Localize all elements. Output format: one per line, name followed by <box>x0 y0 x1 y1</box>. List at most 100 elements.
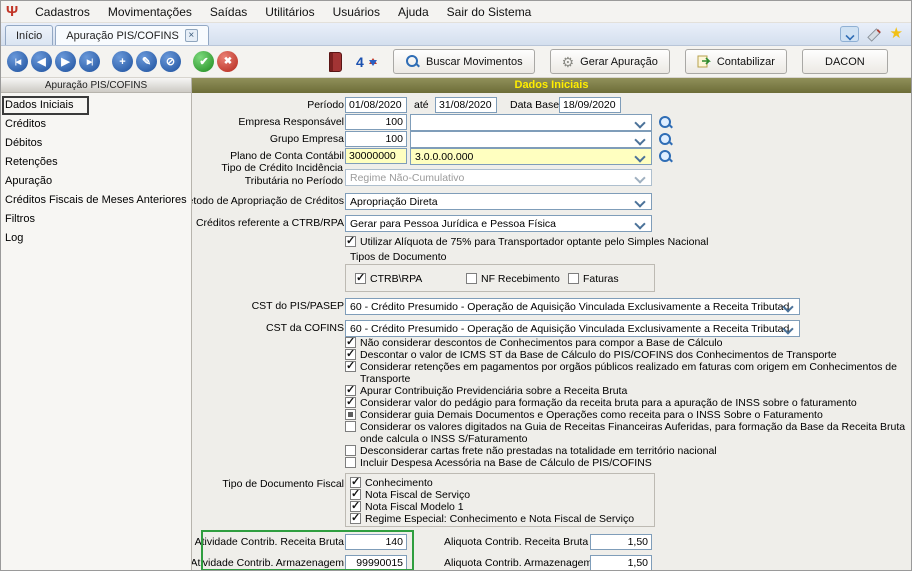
grupo-code-input[interactable] <box>345 131 407 147</box>
checkbox-icon[interactable] <box>345 384 356 396</box>
tab-close-icon[interactable]: × <box>184 29 198 42</box>
tab-apuracao-pis-cofins[interactable]: Apuração PIS/COFINS × <box>55 25 209 45</box>
nota-fiscal-modelo1-checkbox[interactable]: Nota Fiscal Modelo 1 <box>350 500 650 513</box>
nf-recebimento-checkbox[interactable]: NF Recebimento <box>466 273 560 285</box>
option-considerar-valores-digitados[interactable]: Considerar os valores digitados na Guia … <box>345 421 907 445</box>
grupo-dropdown[interactable] <box>410 131 652 148</box>
ctrb-rpa-label: CTRB\RPA <box>370 273 423 285</box>
nav-next-button[interactable]: ▶ <box>55 51 76 72</box>
cancel-button[interactable]: ✖ <box>217 51 238 72</box>
checkbox-icon[interactable] <box>345 445 356 456</box>
checkbox-icon[interactable] <box>345 396 356 408</box>
aliquota-rb-input[interactable] <box>590 534 652 550</box>
nav-first-button[interactable]: |◀ <box>7 51 28 72</box>
grupo-search-icon[interactable] <box>657 131 673 147</box>
checkbox-icon[interactable] <box>568 273 579 284</box>
aliquota-arm-input[interactable] <box>590 555 652 570</box>
conhecimento-checkbox[interactable]: Conhecimento <box>350 476 650 489</box>
edit-button[interactable]: ✎ <box>136 51 157 72</box>
aliquota-75-checkbox[interactable]: Utilizar Alíquota de 75% para Transporta… <box>345 235 905 248</box>
buscar-movimentos-button[interactable]: Buscar Movimentos <box>393 49 535 74</box>
empresa-search-icon[interactable] <box>657 114 673 130</box>
confirm-button[interactable]: ✔ <box>193 51 214 72</box>
checkbox-icon[interactable] <box>350 476 361 488</box>
cst-pis-dropdown[interactable]: 60 - Crédito Presumido - Operação de Aqu… <box>345 298 800 315</box>
tab-inicio[interactable]: Início <box>5 25 54 45</box>
data-base-input[interactable] <box>559 97 621 113</box>
periodo-from-input[interactable] <box>345 97 407 113</box>
plano-code-input[interactable] <box>345 148 407 164</box>
checkbox-icon[interactable] <box>345 409 356 420</box>
option-label: Incluir Despesa Acessória na Base de Cál… <box>360 457 652 469</box>
report-4-icon[interactable]: 4 <box>356 52 378 72</box>
dacon-button[interactable]: DACON <box>801 49 888 74</box>
checkbox-icon[interactable] <box>466 273 477 284</box>
atividade-arm-input[interactable] <box>345 555 407 570</box>
gerar-apuracao-button[interactable]: ⚙ Gerar Apuração <box>549 49 670 74</box>
nav-last-button[interactable]: ▶| <box>79 51 100 72</box>
sidebar-item-log[interactable]: Log <box>1 229 191 248</box>
gear-icon: ⚙ <box>561 53 575 70</box>
checkbox-icon[interactable] <box>345 421 356 432</box>
checkbox-icon[interactable] <box>345 235 356 247</box>
contabilizar-button[interactable]: Contabilizar <box>684 49 787 74</box>
checkbox-icon[interactable] <box>350 488 361 500</box>
chevron-down-icon[interactable] <box>839 26 859 42</box>
tipo-credito-dropdown[interactable]: Regime Não-Cumulativo <box>345 169 652 186</box>
cst-cofins-dropdown[interactable]: 60 - Crédito Presumido - Operação de Aqu… <box>345 320 800 337</box>
down-arrow-icon <box>369 59 377 70</box>
add-button[interactable]: + <box>112 51 133 72</box>
option-apurar-contribuicao[interactable]: Apurar Contribuição Previdenciária sobre… <box>345 384 907 397</box>
report-4-glyph: 4 <box>356 53 364 70</box>
checkbox-icon[interactable] <box>345 348 356 360</box>
cst-cofins-label: CST da COFINS <box>266 322 344 334</box>
menu-ajuda[interactable]: Ajuda <box>389 2 438 22</box>
option-considerar-retencoes[interactable]: Considerar retenções em pagamentos por o… <box>345 360 907 385</box>
dacon-label: DACON <box>825 55 865 68</box>
checkbox-icon[interactable] <box>345 360 356 372</box>
sidebar-item-dados-iniciais[interactable]: Dados Iniciais <box>1 96 191 115</box>
option-considerar-pedagio[interactable]: Considerar valor do pedágio para formaçã… <box>345 396 907 409</box>
periodo-to-input[interactable] <box>435 97 497 113</box>
cutter-icon[interactable] <box>866 27 882 42</box>
checkbox-icon[interactable] <box>355 272 366 284</box>
sidebar-item-retencoes[interactable]: Retenções <box>1 153 191 172</box>
option-considerar-guia-demais[interactable]: Considerar guia Demais Documentos e Oper… <box>345 409 907 421</box>
menu-movimentacoes[interactable]: Movimentações <box>99 2 201 22</box>
menu-cadastros[interactable]: Cadastros <box>26 2 99 22</box>
nota-fiscal-servico-checkbox[interactable]: Nota Fiscal de Serviço <box>350 488 650 501</box>
plano-search-icon[interactable] <box>657 148 673 164</box>
star-icon[interactable]: ★ <box>890 26 903 42</box>
nav-previous-button[interactable]: ◀ <box>31 51 52 72</box>
menu-saidas[interactable]: Saídas <box>201 2 256 22</box>
sidebar: Apuração PIS/COFINS Dados Iniciais Crédi… <box>1 78 192 570</box>
atividade-rb-label: Atividade Contrib. Receita Bruta <box>194 536 344 548</box>
ctrb-rpa-checkbox[interactable]: CTRB\RPA <box>355 272 423 285</box>
creditos-ctrb-dropdown[interactable]: Gerar para Pessoa Jurídica e Pessoa Físi… <box>345 215 652 232</box>
option-descontar-icms-st[interactable]: Descontar o valor de ICMS ST da Base de … <box>345 348 907 361</box>
sidebar-item-creditos[interactable]: Créditos <box>1 115 191 134</box>
sidebar-item-debitos[interactable]: Débitos <box>1 134 191 153</box>
empresa-dropdown[interactable] <box>410 114 652 131</box>
sidebar-item-filtros[interactable]: Filtros <box>1 210 191 229</box>
checkbox-icon[interactable] <box>350 512 361 524</box>
faturas-checkbox[interactable]: Faturas <box>568 273 619 285</box>
checkbox-icon[interactable] <box>345 457 356 468</box>
option-nao-considerar-descontos[interactable]: Não considerar descontos de Conhecimento… <box>345 336 907 349</box>
atividade-rb-input[interactable] <box>345 534 407 550</box>
option-desconsiderar-cartas-frete[interactable]: Desconsiderar cartas frete não prestadas… <box>345 445 907 457</box>
option-incluir-despesa-acessoria[interactable]: Incluir Despesa Acessória na Base de Cál… <box>345 457 907 469</box>
book-icon[interactable] <box>329 51 342 72</box>
delete-button[interactable]: ⊘ <box>160 51 181 72</box>
plano-dropdown[interactable]: 3.0.0.00.000 <box>410 148 652 165</box>
regime-especial-checkbox[interactable]: Regime Especial: Conhecimento e Nota Fis… <box>350 512 650 525</box>
empresa-code-input[interactable] <box>345 114 407 130</box>
menu-usuarios[interactable]: Usuários <box>324 2 389 22</box>
sidebar-item-apuracao[interactable]: Apuração <box>1 172 191 191</box>
menu-sair-do-sistema[interactable]: Sair do Sistema <box>438 2 541 22</box>
checkbox-icon[interactable] <box>350 500 361 512</box>
menu-utilitarios[interactable]: Utilitários <box>256 2 323 22</box>
sidebar-item-creditos-fiscais[interactable]: Créditos Fiscais de Meses Anteriores <box>1 191 191 210</box>
checkbox-icon[interactable] <box>345 336 356 348</box>
metodo-dropdown[interactable]: Apropriação Direta <box>345 193 652 210</box>
